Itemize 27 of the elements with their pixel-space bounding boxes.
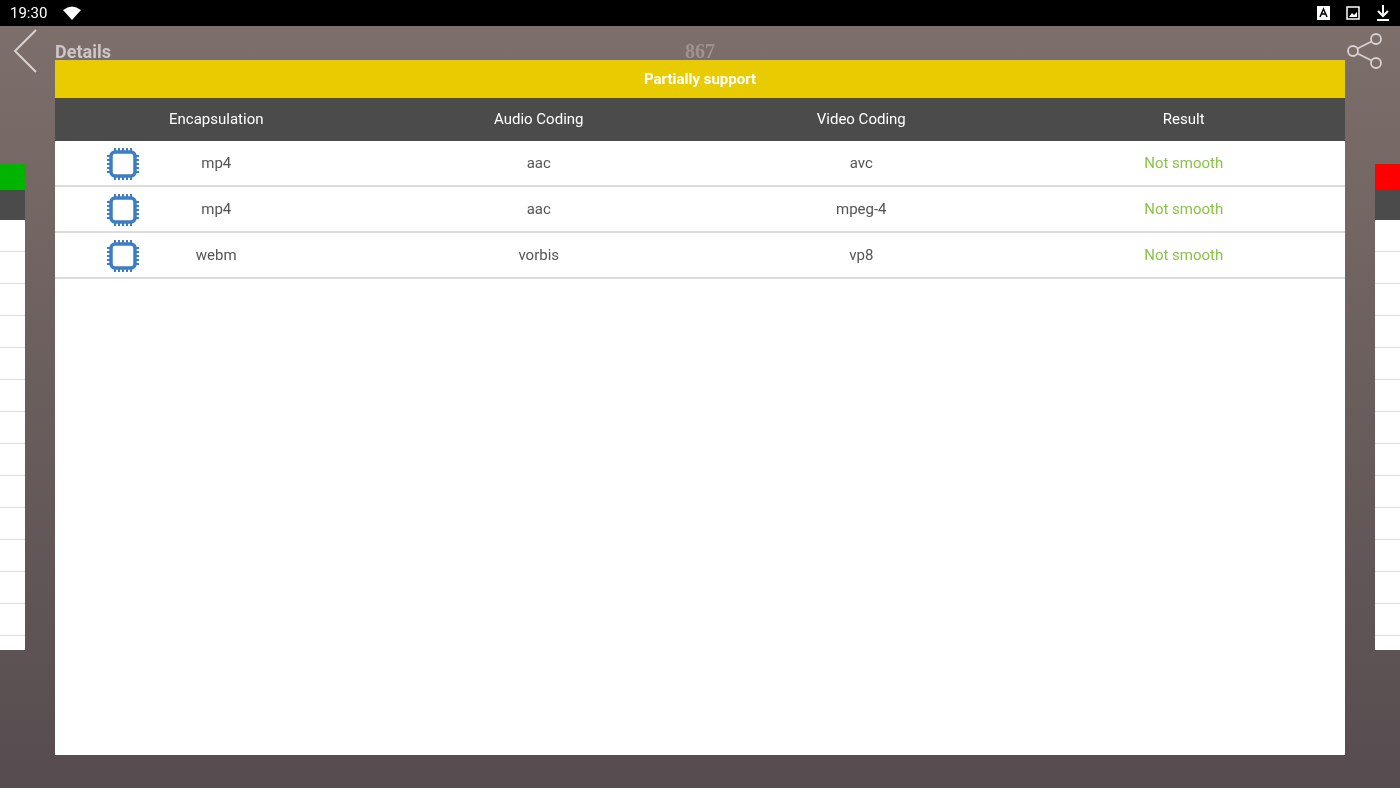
share-icon[interactable] [1346,33,1384,69]
text-notification-icon [1317,6,1330,20]
column-header: Encapsulation [169,109,264,131]
column-header: Audio Coding [494,109,584,131]
back-icon[interactable] [12,28,38,74]
result-text: Not smooth [1144,152,1224,174]
table-cell-text: mpeg-4 [836,198,887,220]
result-text: Not smooth [1144,244,1224,266]
table-cell-text: vorbis [518,244,560,266]
clock-time: 19:30 [10,2,48,24]
column-header: Video Coding [816,109,906,131]
chip-icon [106,147,140,181]
table-cell-text: mp4 [201,152,232,174]
image-icon [1346,6,1360,20]
dialog-title: Partially support [55,60,1345,98]
table-cell-text: avc [849,152,873,174]
download-icon [1376,5,1390,21]
table-cell-text: aac [526,152,551,174]
chip-icon [106,193,140,227]
table-cell-text: webm [195,244,237,266]
chip-icon [106,239,140,273]
table-cell-text: vp8 [849,244,874,266]
table-cell-text: aac [526,198,551,220]
result-text: Not smooth [1144,198,1224,220]
table-cell-text: mp4 [201,198,232,220]
column-header: Result [1162,109,1205,131]
wifi-icon [63,6,82,20]
